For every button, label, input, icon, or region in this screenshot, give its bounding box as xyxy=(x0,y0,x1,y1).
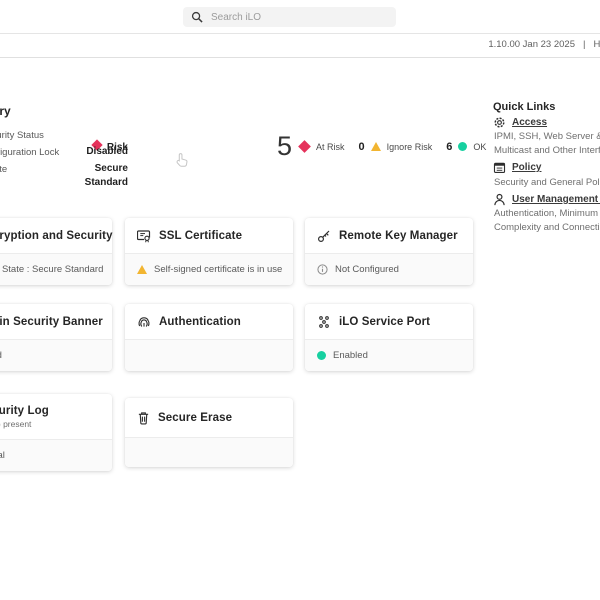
card-subtitle: event(s) present xyxy=(0,419,49,429)
access-link[interactable]: Access xyxy=(512,117,547,128)
risk-counters: 5 At Risk 0 Ignore Risk 6 OK xyxy=(277,133,486,160)
card-ssl-certificate[interactable]: SSL Certificate Self-signed certificate … xyxy=(125,218,293,285)
policy-link[interactable]: Policy xyxy=(512,162,541,173)
info-bar: 1.10.00 Jan 23 2025 | Help xyxy=(488,39,600,50)
card-status-text: Not Configured xyxy=(335,264,399,275)
card-status-text: Disabled xyxy=(0,350,2,361)
card-body-empty xyxy=(125,438,293,467)
card-title: Encryption and Security xyxy=(0,230,113,242)
search-input[interactable] xyxy=(209,11,388,24)
card-title: Security Log xyxy=(0,405,49,417)
firmware-version: 1.10.00 Jan 23 2025 xyxy=(488,39,575,50)
user-management-settings-link[interactable]: User Management Settings xyxy=(512,194,600,205)
help-link[interactable]: Help xyxy=(593,39,600,50)
separator: | xyxy=(583,39,585,50)
info-icon xyxy=(317,264,328,275)
user-management-description-line1: Authentication, Minimum Password xyxy=(494,208,600,219)
ok-label: OK xyxy=(473,142,486,152)
search-box[interactable] xyxy=(183,7,396,27)
card-secure-erase[interactable]: Secure Erase xyxy=(125,398,293,467)
card-status-text: Security State : Secure Standard xyxy=(0,264,103,275)
card-encryption-and-security[interactable]: Encryption and Security Security State :… xyxy=(0,218,112,285)
card-title: Secure Erase xyxy=(158,412,232,424)
service-port-icon xyxy=(317,315,331,329)
user-icon xyxy=(493,193,506,206)
card-login-security-banner[interactable]: Login Security Banner Disabled xyxy=(0,304,112,371)
risk-diamond-icon xyxy=(298,140,311,153)
user-management-description-line2: Complexity and Connection timeout xyxy=(494,222,600,233)
access-description-line2: Multicast and Other Interfaces xyxy=(494,145,600,156)
card-status-text: Self-signed certificate is in use xyxy=(154,264,282,275)
card-title: Remote Key Manager xyxy=(339,230,458,242)
security-state-value: Secure Standard xyxy=(0,162,128,190)
hand-cursor-icon xyxy=(176,152,189,168)
certificate-icon xyxy=(137,229,151,243)
ok-dot-icon xyxy=(317,351,326,360)
configuration-lock-value: Disabled xyxy=(0,145,128,159)
fingerprint-icon xyxy=(137,315,151,329)
quick-link-policy[interactable]: Policy xyxy=(493,161,541,174)
card-status-text: Enabled xyxy=(333,350,368,361)
card-title: SSL Certificate xyxy=(159,230,242,242)
card-ilo-service-port[interactable]: iLO Service Port Enabled xyxy=(305,304,473,371)
card-body-empty xyxy=(125,340,293,371)
card-authentication[interactable]: Authentication xyxy=(125,304,293,371)
policy-icon xyxy=(493,161,506,174)
warning-triangle-icon xyxy=(137,265,147,274)
key-icon xyxy=(317,229,331,243)
ignore-risk-count: 0 xyxy=(359,141,365,153)
ignore-risk-label: Ignore Risk xyxy=(387,142,433,152)
quick-links-title: Quick Links xyxy=(493,101,555,113)
card-title: Authentication xyxy=(159,316,241,328)
card-security-log[interactable]: Security Log event(s) present Informatio… xyxy=(0,394,112,471)
at-risk-label: At Risk xyxy=(316,142,345,152)
header-divider-top xyxy=(0,33,600,34)
quick-link-access[interactable]: Access xyxy=(493,116,547,129)
ok-count: 6 xyxy=(446,141,452,153)
card-title: iLO Service Port xyxy=(339,316,430,328)
at-risk-count: 5 xyxy=(277,133,292,160)
gear-icon xyxy=(493,116,506,129)
card-remote-key-manager[interactable]: Remote Key Manager Not Configured xyxy=(305,218,473,285)
card-title: Login Security Banner xyxy=(0,316,103,328)
ilo-security-dashboard: 1.10.00 Jan 23 2025 | Help Summary Secur… xyxy=(0,0,600,600)
summary-heading: Summary xyxy=(0,104,11,118)
card-status-text: Informational xyxy=(0,450,5,461)
trash-icon xyxy=(137,411,150,425)
quick-link-user-management[interactable]: User Management Settings xyxy=(493,193,600,206)
ok-dot-icon xyxy=(458,142,467,151)
policy-description-line1: Security and General Policy xyxy=(494,177,600,188)
search-icon xyxy=(191,11,203,23)
warning-triangle-icon xyxy=(371,142,381,151)
header-divider-bottom xyxy=(0,57,600,58)
access-description-line1: IPMI, SSH, Web Server & Proxy xyxy=(494,131,600,142)
